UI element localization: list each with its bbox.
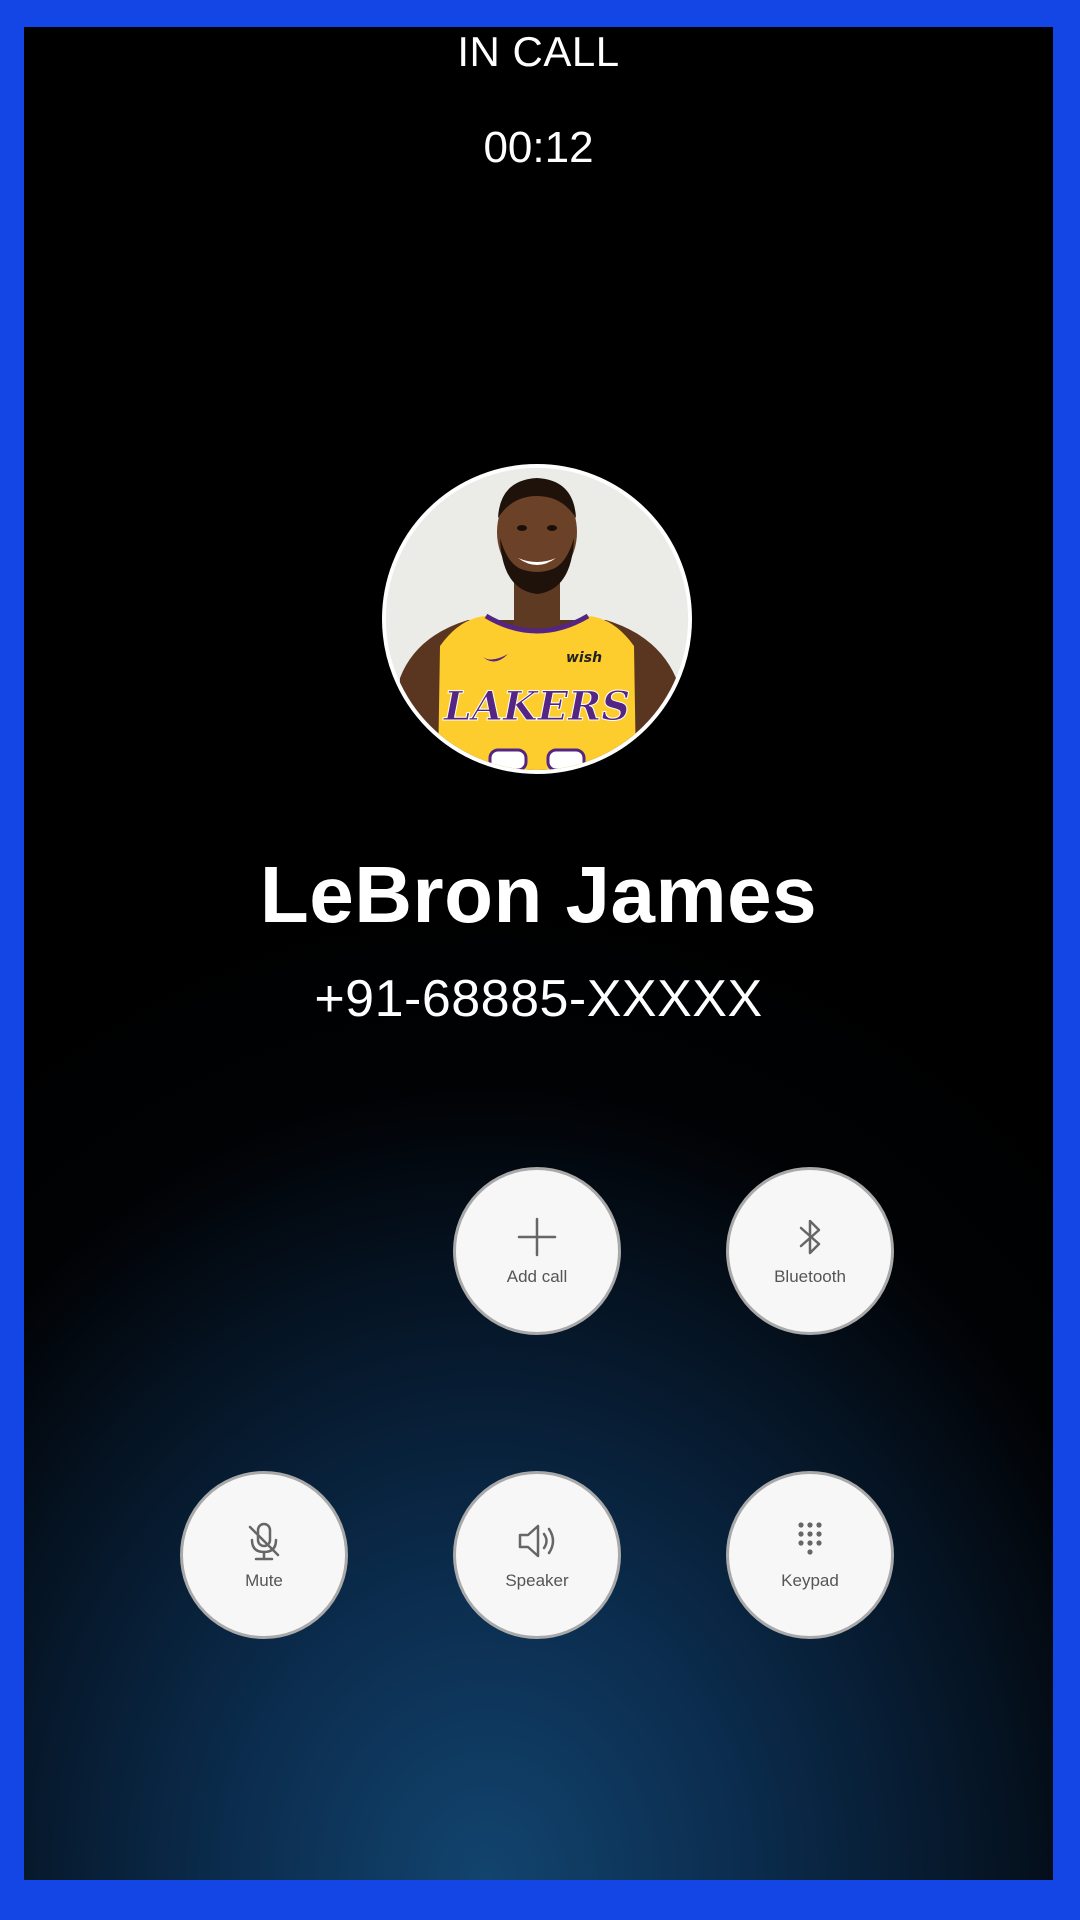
mute-label: Mute bbox=[245, 1571, 283, 1590]
keypad-label: Keypad bbox=[781, 1571, 839, 1590]
keypad-button[interactable]: Keypad bbox=[726, 1471, 894, 1639]
dialpad-icon bbox=[798, 1522, 822, 1555]
contact-number: +91-68885-XXXXX bbox=[314, 970, 763, 1028]
jersey-team-text: LAKERS bbox=[443, 683, 631, 730]
contact-name: LeBron James bbox=[259, 850, 818, 939]
speaker-icon bbox=[518, 1524, 555, 1558]
mute-button[interactable]: Mute bbox=[180, 1471, 348, 1639]
contact-photo: wish LAKERS bbox=[386, 468, 688, 770]
speaker-button[interactable]: Speaker bbox=[453, 1471, 621, 1639]
plus-icon bbox=[517, 1217, 557, 1257]
jersey-sponsor-text: wish bbox=[566, 650, 602, 666]
bluetooth-label: Bluetooth bbox=[774, 1267, 846, 1286]
mic-off-icon bbox=[248, 1522, 280, 1561]
speaker-label: Speaker bbox=[505, 1571, 569, 1590]
contact-avatar: wish LAKERS bbox=[382, 464, 692, 774]
add-call-label: Add call bbox=[506, 1267, 568, 1286]
call-state-label: IN CALL bbox=[457, 28, 620, 75]
bluetooth-icon bbox=[799, 1219, 821, 1255]
call-timer: 00:12 bbox=[483, 123, 594, 172]
bluetooth-button[interactable]: Bluetooth bbox=[726, 1167, 894, 1335]
in-call-screen: IN CALL 00:12 wish LAKERS LeBron James +… bbox=[24, 27, 1053, 1880]
add-call-button[interactable]: Add call bbox=[453, 1167, 621, 1335]
